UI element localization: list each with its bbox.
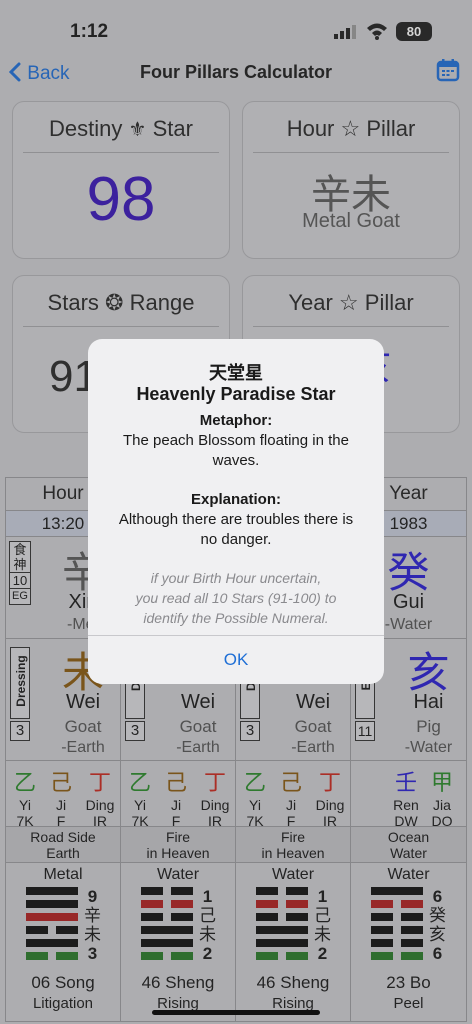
metaphor-label: Metaphor: — [199, 412, 273, 429]
explanation-label: Explanation: — [190, 491, 281, 508]
alert-title-chinese: 天堂星 — [209, 363, 263, 383]
star-info-alert: 天堂星 Heavenly Paradise Star Metaphor: The… — [88, 339, 384, 684]
ok-button[interactable]: OK — [88, 635, 384, 684]
alert-title: Heavenly Paradise Star — [136, 384, 336, 404]
home-indicator — [152, 1010, 320, 1015]
